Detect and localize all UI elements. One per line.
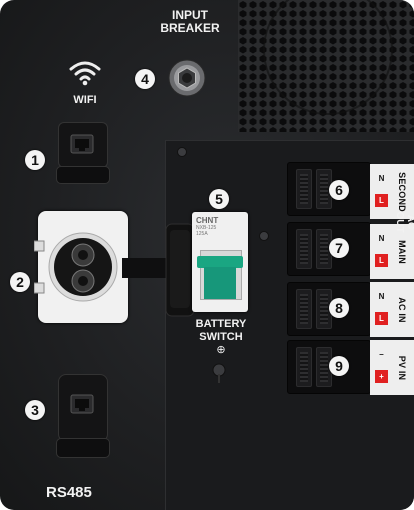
battery-switch-label: BATTERY SWITCH ⊕ <box>195 318 247 356</box>
badge-8: 8 <box>329 298 349 318</box>
badge-5: 5 <box>209 189 229 209</box>
inverter-back-panel: INPUT BREAKER WIFI RS485 CHNT NXB-125 12… <box>0 0 414 510</box>
breaker-handle-body <box>204 267 236 299</box>
screw-icon <box>212 363 226 383</box>
wifi-label: WIFI <box>73 94 97 106</box>
badge-3: 3 <box>25 400 45 420</box>
terminal-label-pv-in: – + PV IN <box>370 340 414 395</box>
battery-breaker[interactable]: CHNT NXB-125 125A <box>192 212 248 312</box>
screw-icon <box>259 231 269 241</box>
ethernet-port-icon <box>70 134 94 154</box>
breaker-knob-icon[interactable] <box>167 58 207 98</box>
breaker-rating: 125A <box>196 231 208 237</box>
battery-connector[interactable] <box>34 211 128 323</box>
ethernet-port-icon <box>70 394 94 414</box>
badge-7: 7 <box>329 238 349 258</box>
screw-icon <box>177 147 187 157</box>
rs485-port[interactable] <box>56 374 110 460</box>
input-breaker-label: INPUT BREAKER <box>160 8 220 35</box>
terminal-label-ac-in: N L AC IN <box>370 282 414 337</box>
badge-1: 1 <box>25 150 45 170</box>
badge-9: 9 <box>329 356 349 376</box>
fan-grille-icon <box>238 0 414 132</box>
badge-2: 2 <box>10 272 30 292</box>
badge-6: 6 <box>329 180 349 200</box>
breaker-brand: CHNT <box>196 216 219 225</box>
battery-connector-icon <box>48 232 118 302</box>
badge-4: 4 <box>135 69 155 89</box>
rj45-port-top[interactable] <box>56 122 110 184</box>
ac-out-label: AC OUT <box>394 211 414 233</box>
battery-cable <box>122 223 195 317</box>
rs485-label: RS485 <box>46 484 92 501</box>
wifi-icon <box>69 61 101 86</box>
